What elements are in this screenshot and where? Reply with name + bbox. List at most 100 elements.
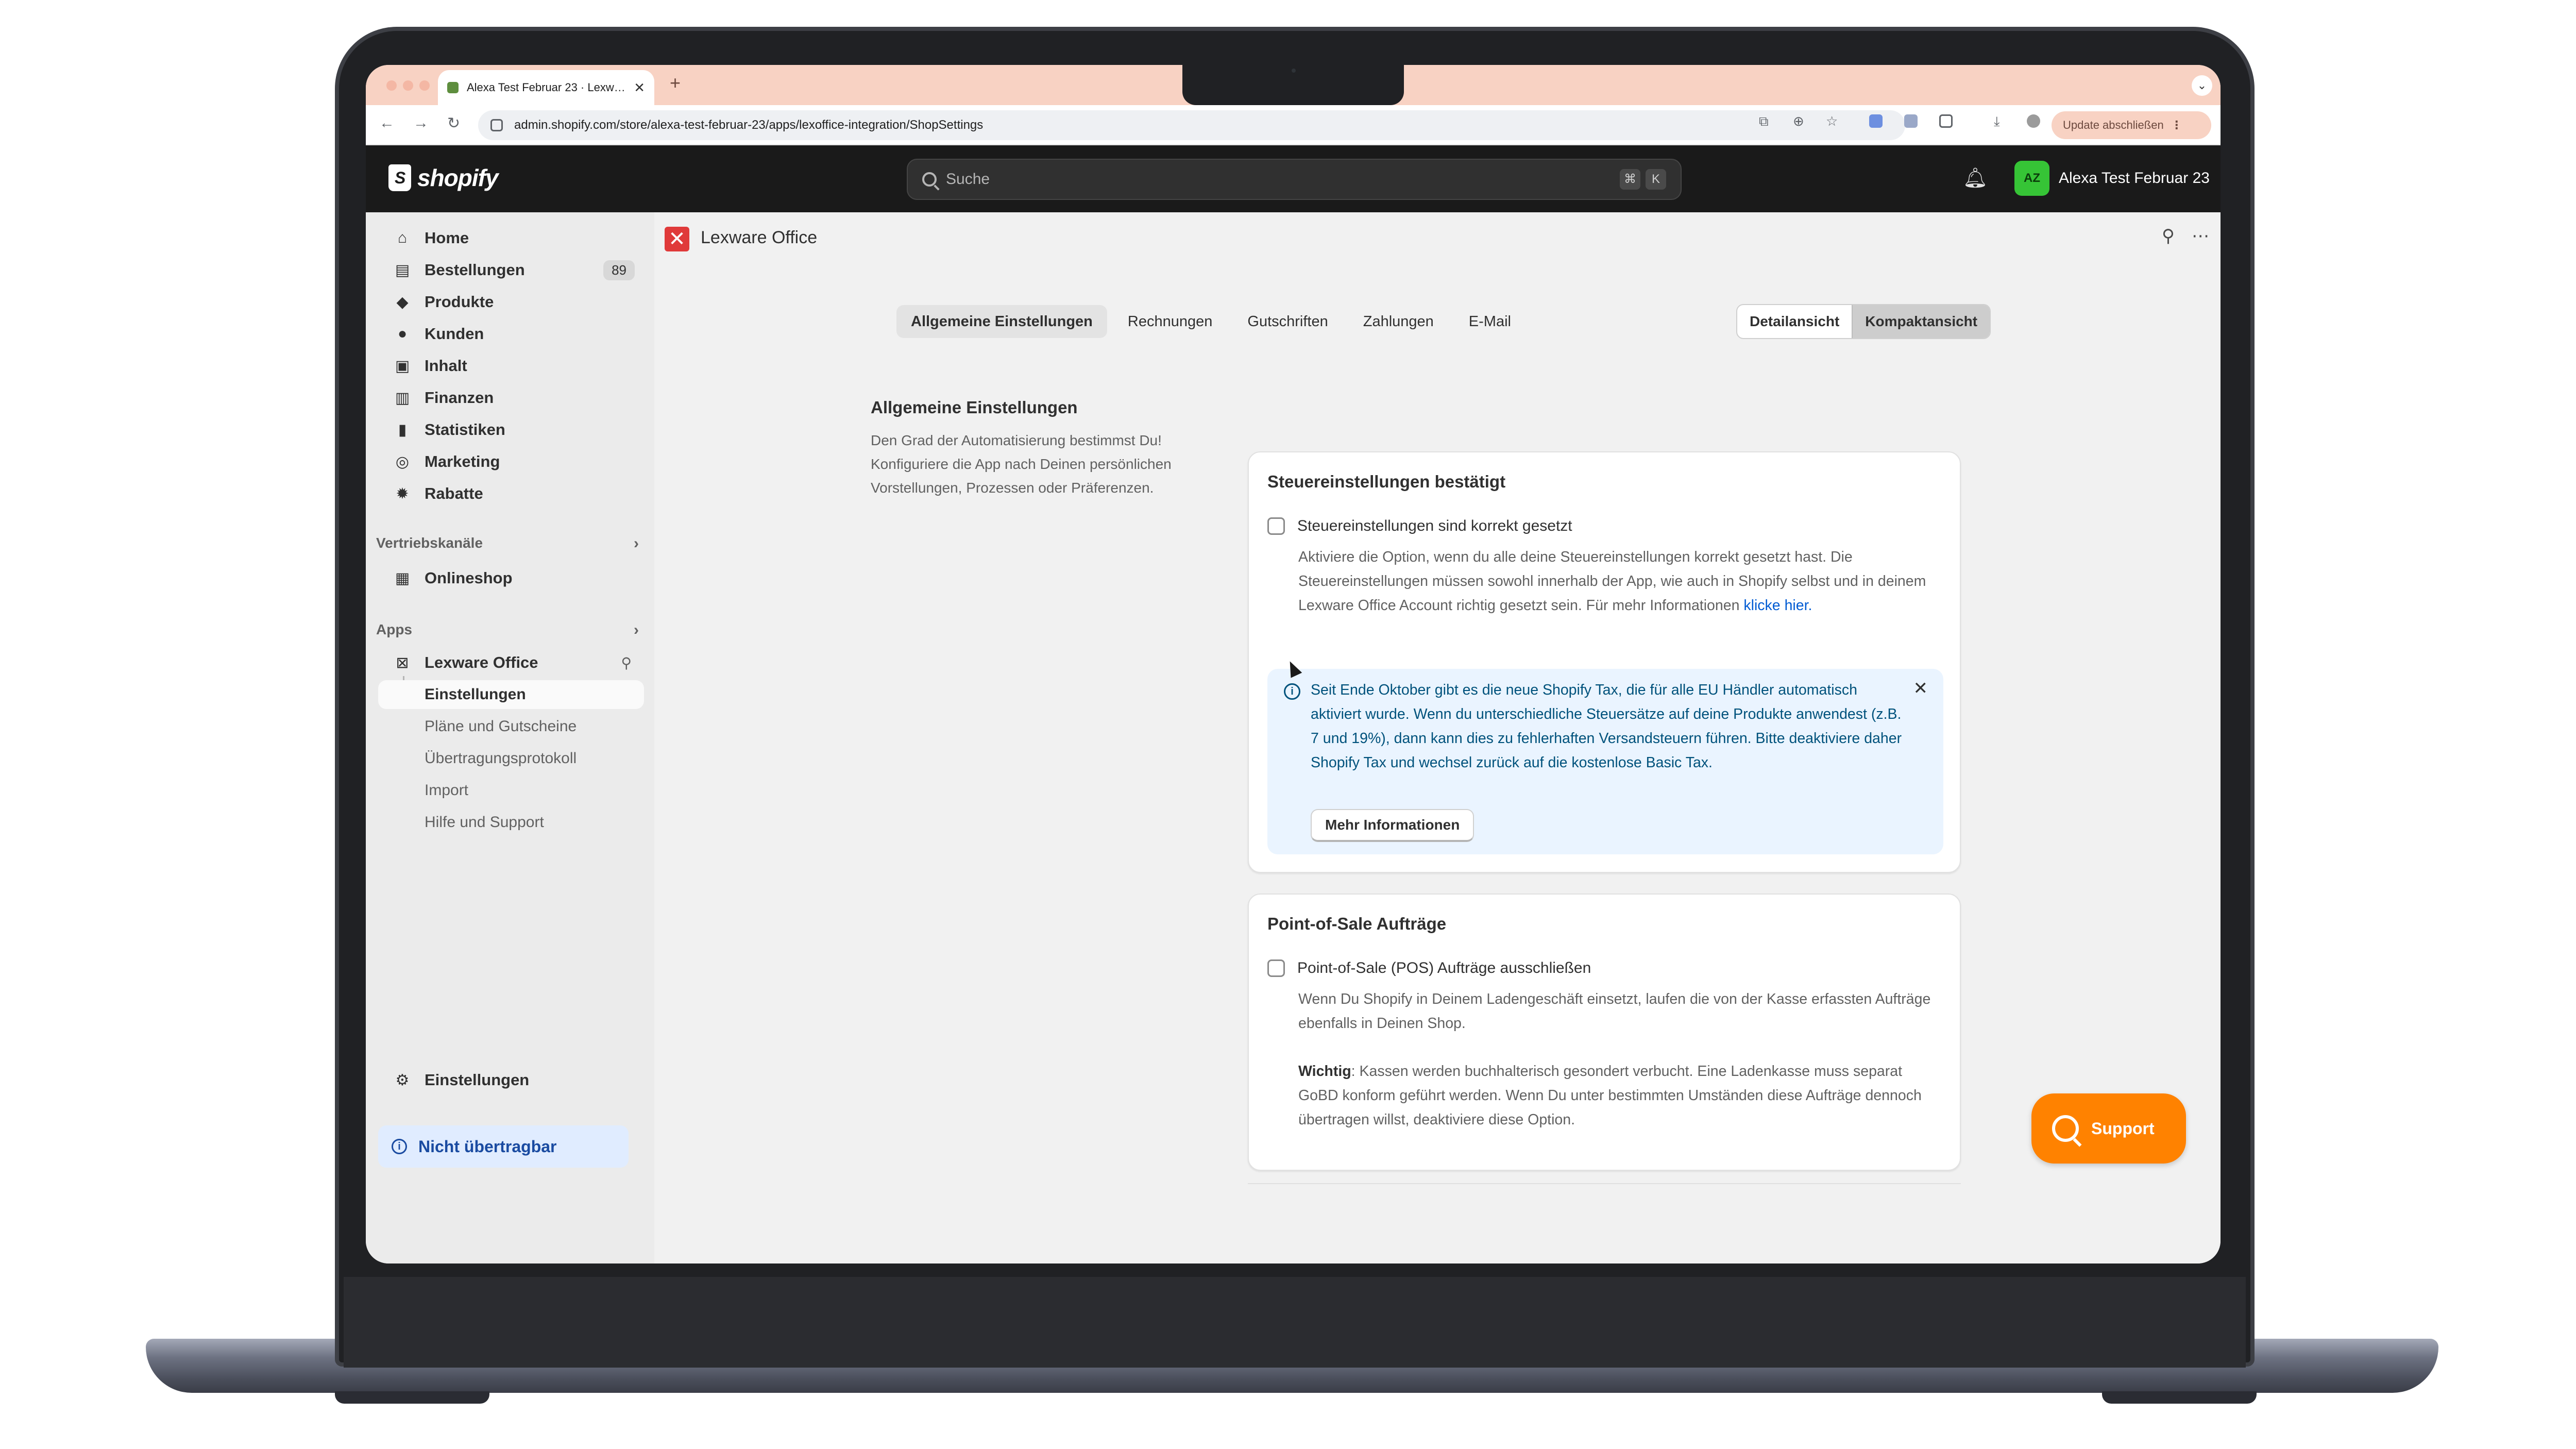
tag-icon: ◆ xyxy=(396,293,409,311)
section-label: Vertriebskanäle xyxy=(376,535,483,551)
sidebar-subitem-hilfe[interactable]: Hilfe und Support xyxy=(378,808,644,837)
sidebar-item-marketing[interactable]: ◎ Marketing xyxy=(378,446,644,477)
detail-view-button[interactable]: Detailansicht xyxy=(1737,305,1852,338)
new-tab-button[interactable]: + xyxy=(670,72,681,94)
card-description: Wenn Du Shopify in Deinem Ladengeschäft … xyxy=(1298,991,1931,1032)
home-icon: ⌂ xyxy=(397,229,408,246)
browser-tab-title: Alexa Test Februar 23 · Lexw… xyxy=(467,81,625,94)
close-icon[interactable]: ✕ xyxy=(1913,678,1928,699)
sidebar-item-lexware-office[interactable]: ⊠ Lexware Office ⚲ xyxy=(378,647,644,678)
sidebar-subitem-import[interactable]: Import xyxy=(378,776,644,805)
sidebar-item-settings[interactable]: ⚙ Einstellungen xyxy=(378,1065,644,1096)
chevron-right-icon[interactable]: › xyxy=(634,621,639,639)
shopify-logo[interactable]: shopify xyxy=(388,164,499,192)
sidebar-item-inhalt[interactable]: ▣ Inhalt xyxy=(378,350,644,381)
forward-arrow-icon[interactable]: → xyxy=(413,114,429,132)
sidebar-subitem-plaene[interactable]: Pläne und Gutscheine xyxy=(378,712,644,741)
main-content: ✕ Lexware Office ⚲ ⋯ Allgemeine Einstell… xyxy=(654,212,2221,1263)
extensions-puzzle-icon[interactable] xyxy=(1939,114,1953,128)
chevron-right-icon[interactable]: › xyxy=(634,535,639,552)
store-account-menu[interactable]: AZ Alexa Test Februar 23 xyxy=(2014,161,2210,196)
tab-search-button[interactable]: ⌄ xyxy=(2192,75,2212,96)
tab-email[interactable]: E-Mail xyxy=(1454,305,1526,338)
compact-view-button[interactable]: Kompaktansicht xyxy=(1852,305,1990,338)
window-minimize-icon[interactable] xyxy=(403,80,413,91)
apps-header[interactable]: Apps › xyxy=(376,621,644,638)
store-name: Alexa Test Februar 23 xyxy=(2059,170,2210,187)
sidebar-item-label: Marketing xyxy=(425,452,500,470)
non-transferable-notice[interactable]: i Nicht übertragbar xyxy=(378,1125,629,1168)
tab-allgemeine-einstellungen[interactable]: Allgemeine Einstellungen xyxy=(896,305,1107,338)
back-arrow-icon[interactable]: ← xyxy=(379,114,395,132)
sidebar-item-onlineshop[interactable]: ▦ Onlineshop xyxy=(378,563,644,594)
sidebar-subitem-protokoll[interactable]: Übertragungsprotokoll xyxy=(378,744,644,773)
camera-icon xyxy=(1292,69,1296,73)
important-note: Wichtig: Kassen werden buchhalterisch ge… xyxy=(1298,1059,1942,1132)
sidebar-item-label: Finanzen xyxy=(425,389,494,407)
tax-settings-card: Steuereinstellungen bestätigt Steuereins… xyxy=(1248,451,1961,873)
more-options-icon[interactable]: ⋯ xyxy=(2192,226,2209,246)
notice-label: Nicht übertragbar xyxy=(418,1137,557,1156)
translate-icon[interactable]: ⧉ xyxy=(1759,113,1769,130)
checkbox-label[interactable]: Point-of-Sale (POS) Aufträge ausschließe… xyxy=(1297,959,1591,977)
shortcut-k-key: K xyxy=(1646,169,1666,190)
card-description: Aktiviere die Option, wenn du alle deine… xyxy=(1298,545,1942,618)
extension-icon[interactable] xyxy=(1869,114,1883,128)
address-url[interactable]: admin.shopify.com/store/alexa-test-febru… xyxy=(514,118,983,132)
download-icon[interactable]: ⤓ xyxy=(1994,113,2000,130)
site-info-icon[interactable] xyxy=(490,119,503,131)
sidebar-item-bestellungen[interactable]: ▤ Bestellungen 89 xyxy=(378,255,644,285)
sidebar-item-label: Lexware Office xyxy=(425,653,538,671)
support-button[interactable]: Support xyxy=(2031,1093,2186,1164)
info-icon: i xyxy=(1284,683,1300,700)
more-information-button[interactable]: Mehr Informationen xyxy=(1311,809,1475,842)
window-zoom-icon[interactable] xyxy=(419,80,430,91)
info-icon: i xyxy=(392,1139,407,1154)
laptop-chin xyxy=(344,1277,2246,1368)
laptop-foot-right xyxy=(2102,1391,2257,1404)
browser-menu-icon[interactable]: ⋮ xyxy=(2171,119,2182,132)
extension-icon[interactable] xyxy=(1904,114,1918,128)
tab-rechnungen[interactable]: Rechnungen xyxy=(1113,305,1227,338)
app-logo-icon: ⊠ xyxy=(396,654,409,671)
sidebar-item-statistiken[interactable]: ▮ Statistiken xyxy=(378,414,644,445)
sidebar: ⌂ Home ▤ Bestellungen 89 ◆ Produkte ● Ku… xyxy=(366,212,654,1263)
shopify-bag-icon xyxy=(388,164,411,191)
app-header: ✕ Lexware Office ⚲ ⋯ xyxy=(654,212,2221,264)
zoom-icon[interactable]: ⊕ xyxy=(1793,113,1804,129)
card-title: Steuereinstellungen bestätigt xyxy=(1267,472,1506,491)
sidebar-item-produkte[interactable]: ◆ Produkte xyxy=(378,287,644,317)
tab-zahlungen[interactable]: Zahlungen xyxy=(1349,305,1448,338)
orders-count-badge: 89 xyxy=(603,260,635,280)
banner-text: Seit Ende Oktober gibt es die neue Shopi… xyxy=(1311,682,1902,771)
window-close-icon[interactable] xyxy=(386,80,397,91)
pos-exclude-checkbox[interactable] xyxy=(1267,959,1285,977)
sidebar-item-label: Kunden xyxy=(425,325,484,343)
pin-icon[interactable]: ⚲ xyxy=(621,654,632,671)
update-button[interactable]: Update abschließen ⋮ xyxy=(2052,111,2211,139)
reload-icon[interactable]: ↻ xyxy=(447,114,460,132)
browser-tab[interactable]: Alexa Test Februar 23 · Lexw… ✕ xyxy=(438,70,654,105)
shopify-favicon-icon xyxy=(447,82,459,93)
sidebar-item-finanzen[interactable]: ▥ Finanzen xyxy=(378,382,644,413)
more-info-link[interactable]: klicke hier. xyxy=(1743,597,1812,614)
tab-gutschriften[interactable]: Gutschriften xyxy=(1233,305,1342,338)
card-divider xyxy=(1248,1183,1961,1184)
tax-confirm-checkbox[interactable] xyxy=(1267,517,1285,535)
sales-channels-header[interactable]: Vertriebskanäle › xyxy=(376,535,644,552)
tax-confirm-checkbox-row[interactable]: Steuereinstellungen sind korrekt gesetzt xyxy=(1267,517,1572,535)
sidebar-item-label: Onlineshop xyxy=(425,569,513,587)
pos-exclude-checkbox-row[interactable]: Point-of-Sale (POS) Aufträge ausschließe… xyxy=(1267,959,1591,977)
checkbox-label[interactable]: Steuereinstellungen sind korrekt gesetzt xyxy=(1297,517,1572,535)
tab-close-icon[interactable]: ✕ xyxy=(634,80,645,96)
profile-icon[interactable] xyxy=(2027,114,2040,128)
pin-icon[interactable]: ⚲ xyxy=(2162,226,2175,246)
sidebar-item-kunden[interactable]: ● Kunden xyxy=(378,318,644,349)
sidebar-item-rabatte[interactable]: ✹ Rabatte xyxy=(378,478,644,509)
sidebar-item-home[interactable]: ⌂ Home xyxy=(378,223,644,254)
search-input[interactable]: Suche ⌘ K xyxy=(907,159,1682,200)
bell-icon[interactable]: 🔔︎ xyxy=(1963,167,1988,190)
address-bar[interactable]: admin.shopify.com/store/alexa-test-febru… xyxy=(478,110,1905,140)
sidebar-subitem-einstellungen[interactable]: Einstellungen xyxy=(378,680,644,709)
bookmark-star-icon[interactable]: ☆ xyxy=(1826,113,1838,129)
